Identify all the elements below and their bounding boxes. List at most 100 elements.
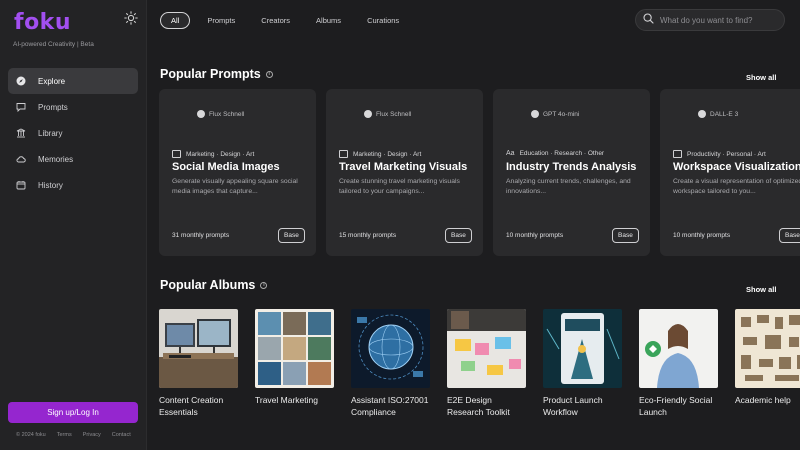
prompt-cards: Flux Schnell Marketing · Design · Art So… [159,89,800,256]
info-icon[interactable]: i [260,281,268,289]
album-name: Product Launch Workflow [543,395,603,417]
base-badge: Base [445,228,472,243]
library-icon [16,128,26,138]
openai-model-icon [531,110,539,118]
sidebar-item-label: Prompts [38,102,68,112]
card-tags: Aa Education · Research · Other [506,150,605,157]
tab-curations[interactable]: Curations [358,12,408,29]
album-thumbnail [639,309,718,388]
chat-bubble-icon [16,102,26,112]
album-thumbnail [735,309,800,388]
tab-albums[interactable]: Albums [307,12,350,29]
album-thumbnail [543,309,622,388]
model-label: Flux Schnell [197,110,244,118]
sidebar-item-label: Library [38,128,63,138]
album-card[interactable]: Travel Marketing [255,309,334,418]
popular-albums-heading: Popular Albums i [160,278,268,292]
card-title: Social Media Images [172,161,280,173]
sidebar-item-history[interactable]: History [8,172,138,198]
sidebar-item-label: Explore [38,76,66,86]
card-description: Create stunning travel marketing visuals… [339,178,460,195]
prompt-card[interactable]: DALL-E 3 Productivity · Personal · Art W… [660,89,800,256]
sidebar-footer: © 2024 foku Terms Privacy Contact [16,432,131,438]
search-input[interactable] [660,15,780,25]
card-description: Analyzing current trends, challenges, an… [506,178,631,195]
card-tags: Marketing · Design · Art [339,150,421,158]
album-card[interactable]: Assistant ISO:27001 Compliance [351,309,430,418]
card-description: Create a visual representation of optimi… [673,178,800,195]
album-thumbnail [159,309,238,388]
tab-prompts[interactable]: Prompts [198,12,244,29]
image-icon [172,150,181,158]
prompt-card[interactable]: GPT 4o-mini Aa Education · Research · Oth… [493,89,650,256]
monthly-prompts-count: 10 monthly prompts [506,232,564,239]
card-title: Travel Marketing Visuals [339,161,468,173]
albums-show-all-link[interactable]: Show all [746,285,776,294]
tab-all[interactable]: All [160,12,191,29]
prompts-show-all-link[interactable]: Show all [746,73,776,82]
album-card[interactable]: Product Launch Workflow [543,309,622,418]
cloud-icon [16,154,26,164]
model-label: DALL-E 3 [698,110,738,118]
album-name: Travel Marketing [255,395,318,405]
text-icon: Aa [506,150,515,157]
card-title: Workspace Visualizations [673,161,800,173]
compass-icon [16,76,26,86]
monthly-prompts-count: 10 monthly prompts [673,232,731,239]
model-label: GPT 4o-mini [531,110,579,118]
tab-creators[interactable]: Creators [252,12,299,29]
sidebar-item-label: Memories [38,154,74,164]
sidebar-item-label: History [38,180,63,190]
album-thumbnail [447,309,526,388]
image-icon [339,150,348,158]
album-thumbnail [351,309,430,388]
search-icon [643,11,654,29]
sidebar-nav: Explore Prompts Library Memories History [8,68,138,198]
copyright-text: © 2024 foku [16,432,46,438]
monthly-prompts-count: 15 monthly prompts [339,232,397,239]
album-name: Content Creation Essentials [159,395,224,417]
sidebar: foku AI-powered Creativity | Beta Explor… [0,0,147,450]
sun-icon[interactable] [124,11,138,25]
album-name: Academic help [735,395,791,405]
card-description: Generate visually appealing square socia… [172,178,298,195]
sidebar-item-prompts[interactable]: Prompts [8,94,138,120]
base-badge: Base [612,228,639,243]
base-badge: Base [278,228,305,243]
terms-link[interactable]: Terms [57,432,72,438]
model-label: Flux Schnell [364,110,411,118]
flux-model-icon [364,110,372,118]
sidebar-item-explore[interactable]: Explore [8,68,138,94]
album-name: Eco-Friendly Social Launch [639,395,713,417]
flux-model-icon [197,110,205,118]
filter-tabs: All Prompts Creators Albums Curations [160,12,408,29]
calendar-icon [16,180,26,190]
sidebar-item-library[interactable]: Library [8,120,138,146]
card-title: Industry Trends Analysis [506,161,637,173]
album-thumbnail [255,309,334,388]
tagline: AI-powered Creativity | Beta [13,41,94,48]
sidebar-item-memories[interactable]: Memories [8,146,138,172]
image-icon [673,150,682,158]
privacy-link[interactable]: Privacy [83,432,101,438]
album-list: Content Creation Essentials Travel Marke… [159,309,800,418]
card-tags: Productivity · Personal · Art [673,150,766,158]
album-card[interactable]: Academic help [735,309,800,418]
info-icon[interactable]: i [265,70,273,78]
search-bar[interactable] [635,9,785,31]
prompt-card[interactable]: Flux Schnell Marketing · Design · Art So… [159,89,316,256]
openai-model-icon [698,110,706,118]
prompt-card[interactable]: Flux Schnell Marketing · Design · Art Tr… [326,89,483,256]
album-name: E2E Design Research Toolkit [447,395,510,417]
contact-link[interactable]: Contact [112,432,131,438]
album-card[interactable]: Eco-Friendly Social Launch [639,309,718,418]
card-tags: Marketing · Design · Art [172,150,254,158]
album-card[interactable]: Content Creation Essentials [159,309,238,418]
album-card[interactable]: E2E Design Research Toolkit [447,309,526,418]
monthly-prompts-count: 31 monthly prompts [172,232,230,239]
base-badge: Base [779,228,800,243]
popular-prompts-heading: Popular Prompts i [160,67,273,81]
signup-login-button[interactable]: Sign up/Log In [8,402,138,423]
foku-logo[interactable]: foku [14,10,71,35]
album-name: Assistant ISO:27001 Compliance [351,395,429,417]
